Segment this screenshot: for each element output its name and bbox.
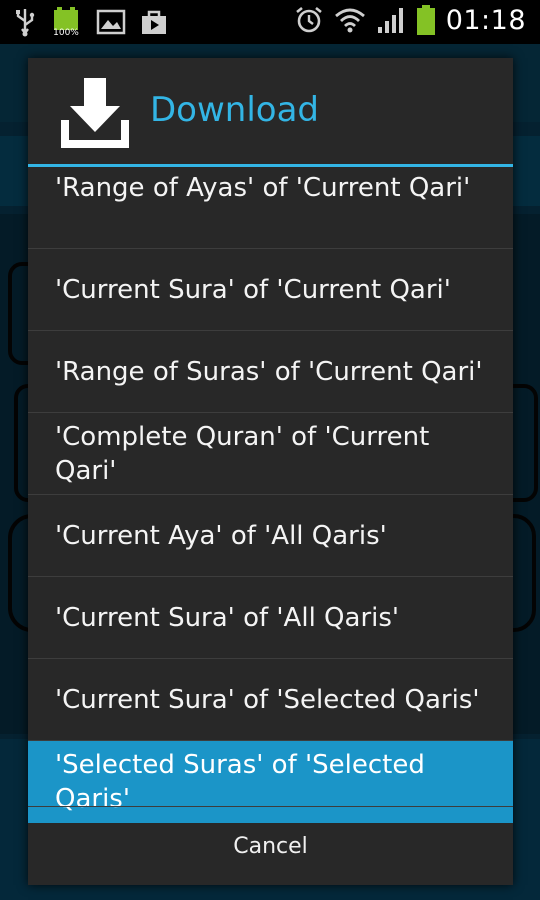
option-label: 'Current Sura' of 'Current Qari' <box>55 274 451 305</box>
usb-icon <box>16 9 35 37</box>
download-icon <box>61 78 129 148</box>
download-dialog: Download 'Range of Ayas' of 'Current Qar… <box>28 58 513 885</box>
option-label: 'Current Sura' of 'All Qaris' <box>55 602 400 633</box>
wifi-icon <box>334 8 365 33</box>
option-range-of-ayas-current-qari[interactable]: 'Range of Ayas' of 'Current Qari' <box>28 167 513 249</box>
battery-percent-label: 100% <box>53 28 79 38</box>
option-current-sura-current-qari[interactable]: 'Current Sura' of 'Current Qari' <box>28 249 513 331</box>
option-complete-quran-current-qari[interactable]: 'Complete Quran' of 'Current Qari' <box>28 413 513 495</box>
dialog-footer: Cancel <box>28 806 513 885</box>
option-label: 'Current Sura' of 'Selected Qaris' <box>55 684 480 715</box>
alarm-icon <box>295 6 322 33</box>
notification-icons: 100% <box>14 6 168 38</box>
status-bar: 100% 01:18 <box>0 0 540 44</box>
option-range-of-suras-current-qari[interactable]: 'Range of Suras' of 'Current Qari' <box>28 331 513 413</box>
gallery-icon <box>96 9 126 35</box>
system-icons: 01:18 <box>294 4 526 36</box>
download-options-list: 'Range of Ayas' of 'Current Qari' 'Curre… <box>28 167 513 823</box>
option-label: 'Range of Ayas' of 'Current Qari' <box>55 173 471 203</box>
cancel-button[interactable]: Cancel <box>28 807 513 885</box>
signal-icon <box>377 8 403 33</box>
battery-icon <box>416 5 435 35</box>
dialog-title: Download <box>150 90 320 130</box>
option-label: 'Complete Quran' of 'Current Qari' <box>55 421 430 486</box>
store-icon <box>142 10 166 34</box>
option-label: 'Range of Suras' of 'Current Qari' <box>55 356 483 387</box>
option-label: 'Current Aya' of 'All Qaris' <box>55 520 387 551</box>
dialog-header: Download <box>28 58 513 164</box>
battery-full-icon: 100% <box>50 6 82 38</box>
option-current-sura-all-qaris[interactable]: 'Current Sura' of 'All Qaris' <box>28 577 513 659</box>
option-current-aya-all-qaris[interactable]: 'Current Aya' of 'All Qaris' <box>28 495 513 577</box>
clock: 01:18 <box>445 4 526 36</box>
option-current-sura-selected-qaris[interactable]: 'Current Sura' of 'Selected Qaris' <box>28 659 513 741</box>
